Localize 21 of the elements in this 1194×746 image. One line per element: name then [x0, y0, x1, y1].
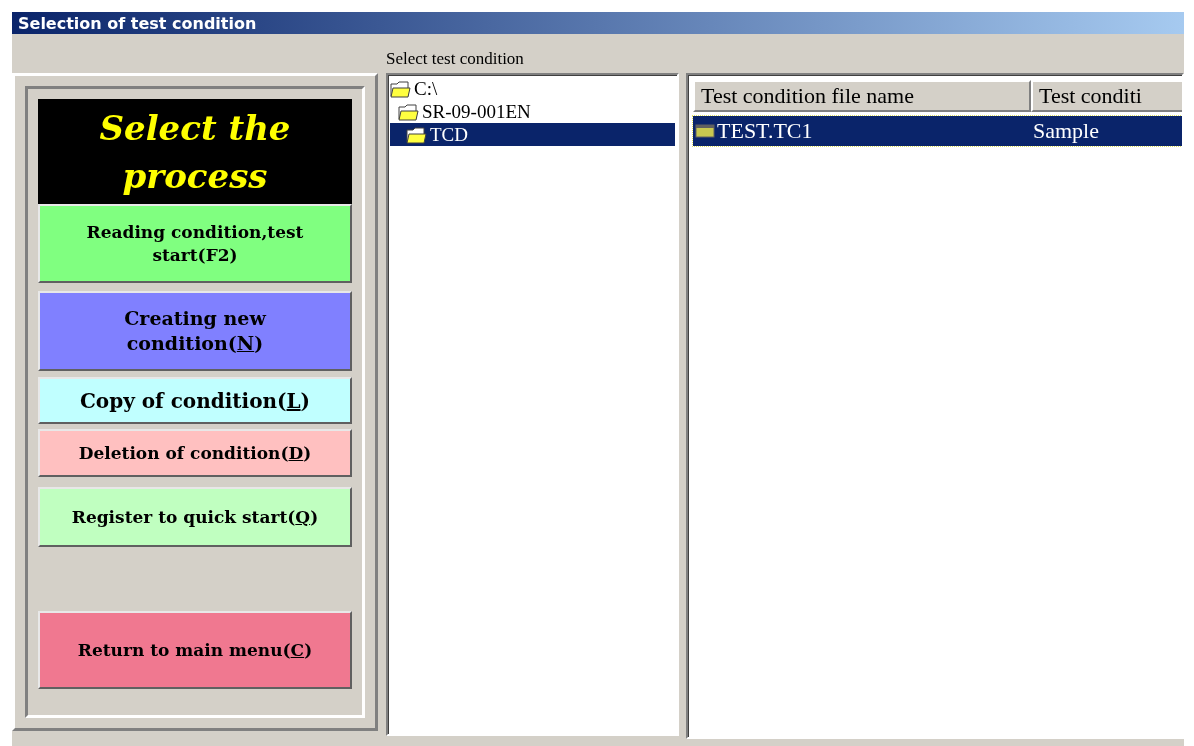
process-button[interactable]: Register to quick start(Q)	[38, 487, 352, 547]
tree-label: Select test condition	[386, 48, 525, 70]
column-header[interactable]: Test conditi	[1031, 80, 1182, 112]
tree-item[interactable]: TCD	[390, 123, 675, 146]
column-header[interactable]: Test condition file name	[693, 80, 1031, 112]
table-cell: Sample	[1033, 118, 1099, 144]
tree-item[interactable]: C:\	[390, 77, 675, 100]
process-button[interactable]: Deletion of condition(D)	[38, 429, 352, 477]
process-heading: Select the process	[38, 99, 352, 204]
folder-icon	[398, 102, 420, 121]
folder-icon	[390, 79, 412, 98]
file-row[interactable]: TEST.TC1 Sample	[693, 116, 1182, 146]
process-button[interactable]: Copy of condition(L)	[38, 377, 352, 424]
window-title: Selection of test condition	[12, 12, 1184, 34]
tree-item[interactable]: SR-09-001EN	[390, 100, 675, 123]
folder-icon	[406, 125, 428, 144]
process-button[interactable]: Reading condition,test start(F2)	[38, 204, 352, 283]
table-cell: TEST.TC1	[717, 118, 813, 144]
process-button[interactable]: Return to main menu(C)	[38, 611, 352, 689]
process-button[interactable]: Creating new condition(N)	[38, 291, 352, 371]
file-icon	[695, 124, 715, 138]
